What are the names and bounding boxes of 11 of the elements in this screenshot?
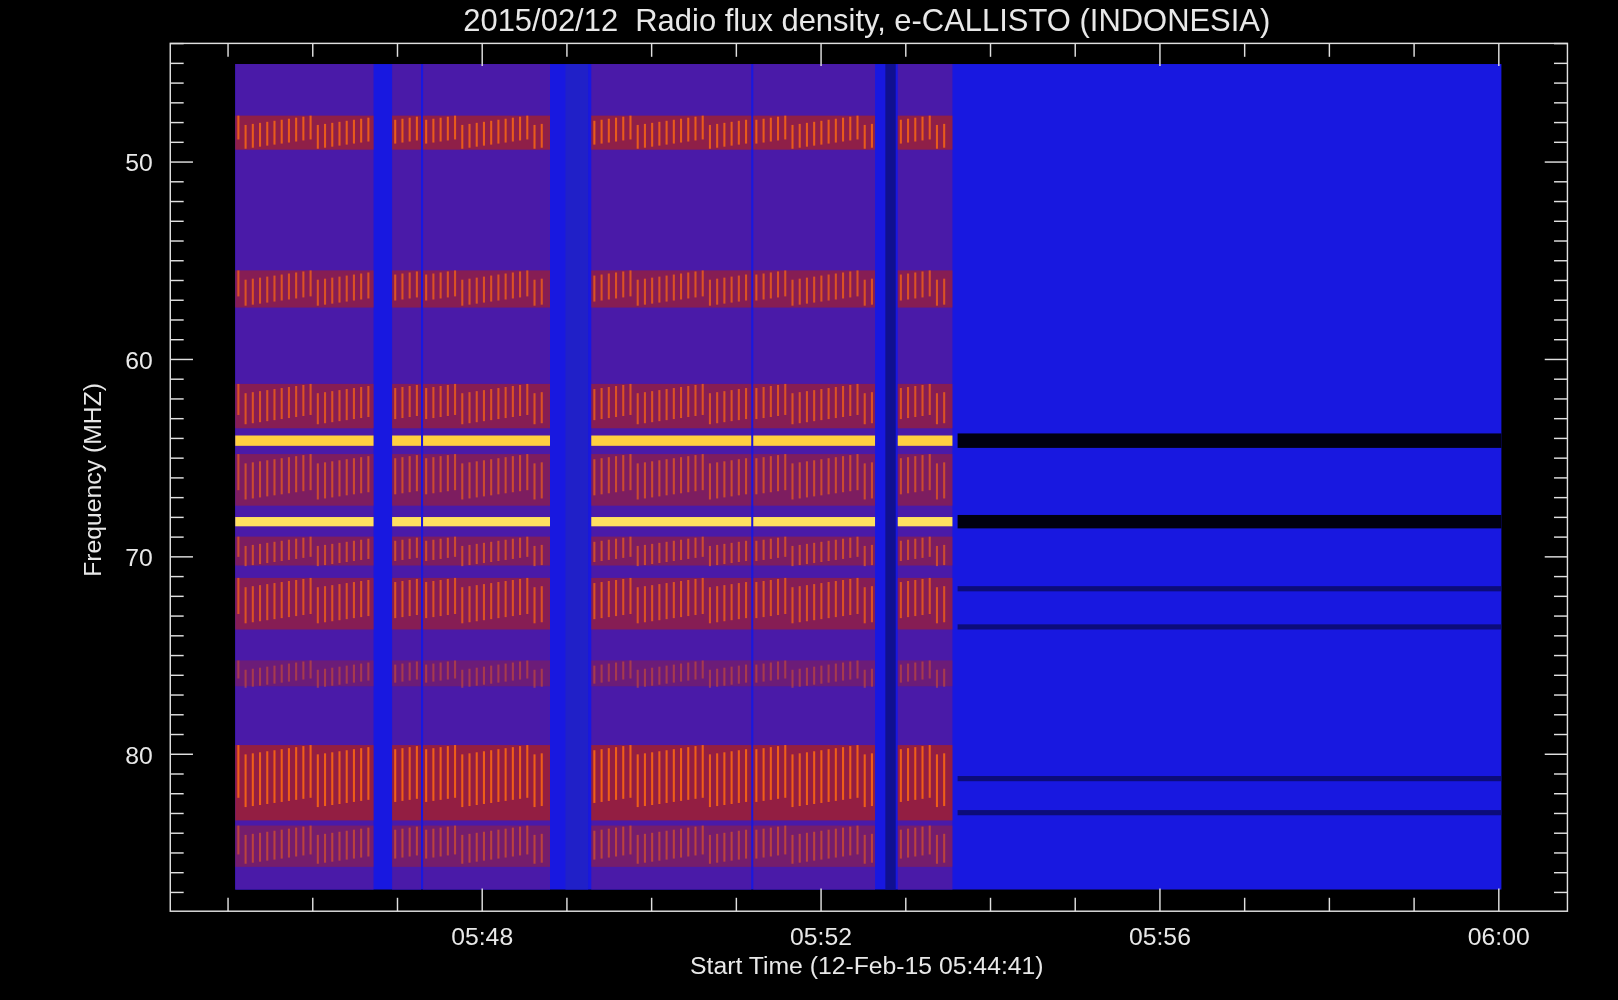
axis-title: Frequency (MHZ) bbox=[79, 382, 107, 577]
tick-label: 60 bbox=[125, 346, 153, 374]
axis-title: Start Time (12-Feb-15 05:44:41) bbox=[690, 952, 1044, 980]
tick-label: 05:56 bbox=[1129, 923, 1191, 951]
tick-label: 05:52 bbox=[790, 923, 853, 951]
tick-label: 06:00 bbox=[1467, 923, 1530, 951]
tick-label: 70 bbox=[125, 544, 153, 572]
tick-label: 50 bbox=[125, 149, 153, 177]
tick-label: 80 bbox=[125, 741, 153, 769]
tick-label: 05:48 bbox=[451, 923, 514, 951]
chart-title: 2015/02/12 Radio flux density, e-CALLISTO (INDONESIA) bbox=[463, 3, 1271, 38]
